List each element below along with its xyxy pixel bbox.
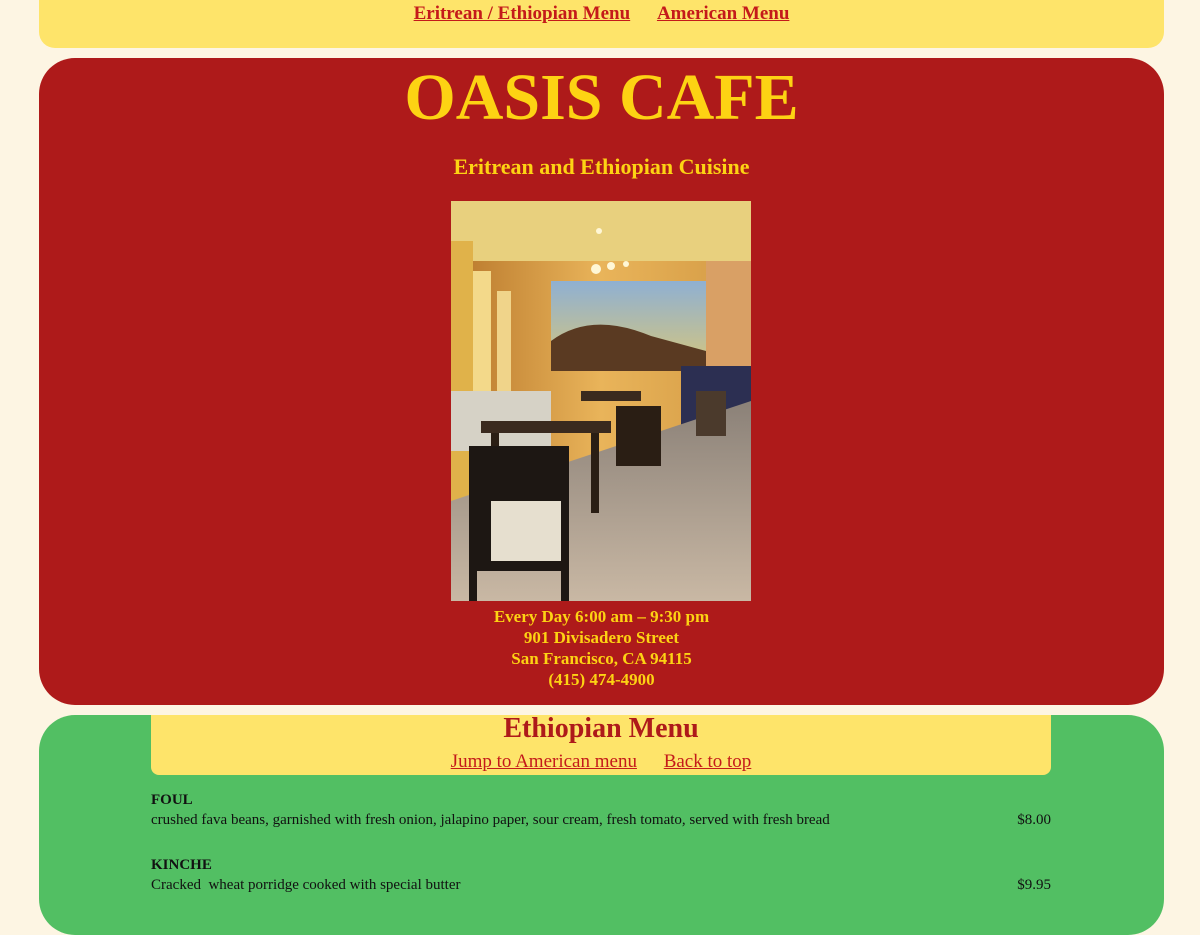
menu-item-name: FOUL: [151, 792, 193, 808]
menu-links: Jump to American menu Back to top: [151, 751, 1051, 773]
ethiopian-menu-section: Ethiopian Menu Jump to American menu Bac…: [39, 713, 1164, 935]
jump-to-american-menu-link[interactable]: Jump to American menu: [451, 751, 637, 772]
menu-item-price: $9.95: [1017, 877, 1051, 893]
eritrean-ethiopian-menu-link[interactable]: Eritrean / Ethiopian Menu: [414, 3, 631, 24]
menu-item-price: $8.00: [1017, 812, 1051, 828]
hero-section: OASIS CAFE Eritrean and Ethiopian Cuisin…: [39, 58, 1164, 705]
american-menu-link[interactable]: American Menu: [657, 3, 789, 24]
hours-text: Every Day 6:00 am – 9:30 pm: [493, 607, 710, 626]
menu-title: Ethiopian Menu: [503, 713, 699, 744]
menu-item-row: Cracked wheat porridge cooked with speci…: [151, 875, 1051, 895]
menu-item-row: crushed fava beans, garnished with fresh…: [151, 810, 1051, 830]
menu-item-name: KINCHE: [151, 857, 212, 873]
menu-item-description: Cracked wheat porridge cooked with speci…: [151, 877, 461, 893]
menu-item: FOUL crushed fava beans, garnished with …: [151, 790, 1051, 830]
top-nav-links: Eritrean / Ethiopian Menu American Menu: [39, 3, 1164, 25]
back-to-top-link[interactable]: Back to top: [664, 751, 752, 772]
phone-number: (415) 474-4900: [548, 670, 655, 689]
top-nav: Eritrean / Ethiopian Menu American Menu: [39, 0, 1164, 48]
menu-item-description: crushed fava beans, garnished with fresh…: [151, 812, 830, 828]
site-title: OASIS CAFE: [404, 61, 799, 134]
contact-info: Every Day 6:00 am – 9:30 pm 901 Divisade…: [39, 606, 1164, 690]
site-subtitle: Eritrean and Ethiopian Cuisine: [453, 154, 750, 179]
restaurant-interior-photo: [451, 201, 751, 601]
street-address: 901 Divisadero Street: [523, 628, 680, 647]
menu-header: Ethiopian Menu Jump to American menu Bac…: [151, 713, 1051, 775]
menu-item: KINCHE Cracked wheat porridge cooked wit…: [151, 855, 1051, 895]
city-address: San Francisco, CA 94115: [511, 649, 692, 668]
